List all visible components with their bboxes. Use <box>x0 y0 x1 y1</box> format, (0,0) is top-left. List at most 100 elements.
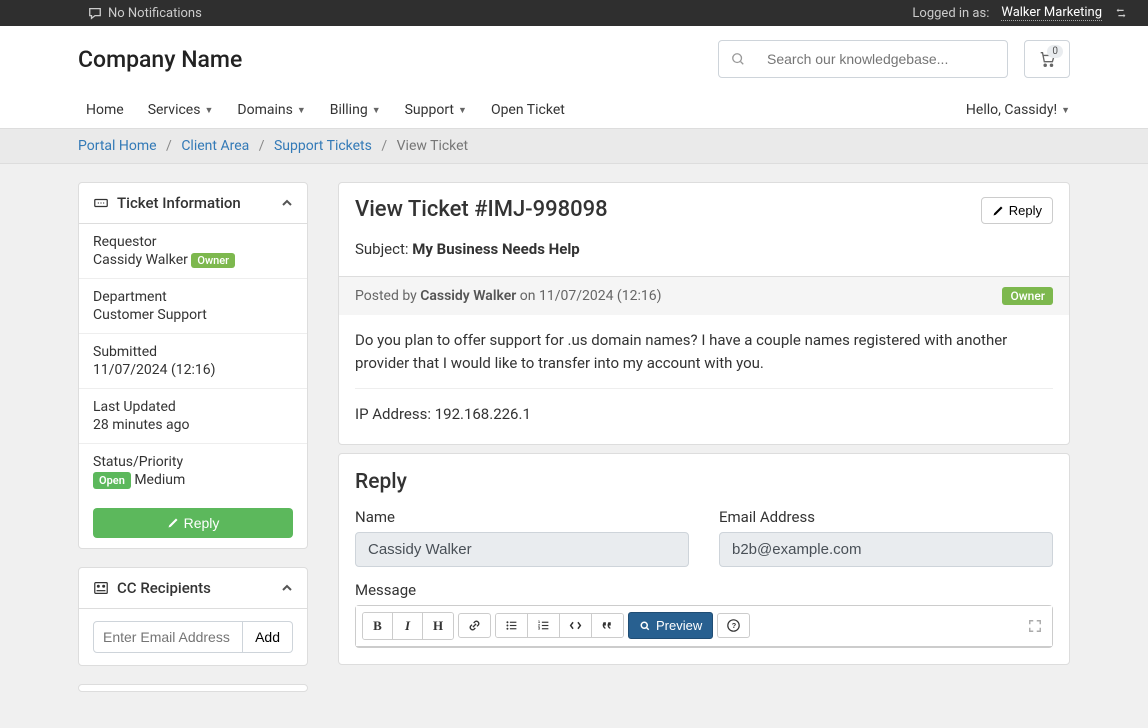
nav-domains-label: Domains <box>237 102 292 118</box>
ticket-info-header[interactable]: Ticket Information <box>79 183 307 224</box>
cc-icon <box>93 580 109 596</box>
post-ip: IP Address: 192.168.226.1 <box>355 403 1053 426</box>
heading-button[interactable]: H <box>423 613 453 639</box>
help-button[interactable]: ? <box>717 613 750 638</box>
ul-button[interactable] <box>496 614 528 637</box>
list-ol-icon: 123 <box>537 619 550 632</box>
cc-email-input[interactable] <box>93 621 243 653</box>
list-ul-icon <box>505 619 518 632</box>
name-input[interactable] <box>355 532 689 567</box>
caret-icon: ▼ <box>204 105 213 116</box>
ol-button[interactable]: 123 <box>528 614 560 637</box>
swap-icon[interactable] <box>1114 6 1128 20</box>
svg-text:?: ? <box>732 621 737 630</box>
notifications-link[interactable]: No Notifications <box>88 6 202 21</box>
help-icon: ? <box>727 619 740 632</box>
caret-icon: ▼ <box>297 105 306 116</box>
user-menu[interactable]: Hello, Cassidy! ▼ <box>966 92 1070 128</box>
notifications-text: No Notifications <box>108 6 202 21</box>
breadcrumb-tickets[interactable]: Support Tickets <box>274 138 372 154</box>
reply-card: Reply Name Email Address Message B I H <box>338 453 1070 665</box>
header: Company Name 0 <box>0 26 1148 92</box>
link-button[interactable] <box>458 613 491 638</box>
subject-value: My Business Needs Help <box>412 240 579 258</box>
preview-label: Preview <box>656 618 702 633</box>
ticket-info-panel: Ticket Information Requestor Cassidy Wal… <box>78 182 308 549</box>
nav-open-ticket[interactable]: Open Ticket <box>483 92 573 128</box>
quote-icon <box>601 619 614 632</box>
sidebar-reply-button[interactable]: Reply <box>93 508 293 538</box>
cart-button[interactable]: 0 <box>1024 40 1070 78</box>
preview-button[interactable]: Preview <box>628 612 713 639</box>
owner-badge: Owner <box>191 253 235 268</box>
email-input[interactable] <box>719 532 1053 567</box>
cc-title: CC Recipients <box>117 579 211 597</box>
nav-domains[interactable]: Domains ▼ <box>229 92 313 128</box>
ip-value: 192.168.226.1 <box>435 405 531 423</box>
caret-icon: ▼ <box>1061 105 1070 116</box>
post-prefix: Posted by <box>355 288 420 304</box>
search-icon <box>639 620 651 632</box>
caret-icon: ▼ <box>458 105 467 116</box>
name-label: Name <box>355 508 689 526</box>
logged-in-label: Logged in as: <box>912 6 989 21</box>
breadcrumb-current: View Ticket <box>397 138 469 154</box>
nav-home-label: Home <box>86 102 124 118</box>
nav-billing[interactable]: Billing ▼ <box>322 92 389 128</box>
requestor-value: Cassidy Walker <box>93 252 188 268</box>
reply-button-top[interactable]: Reply <box>981 197 1053 224</box>
italic-button[interactable]: I <box>393 613 423 639</box>
ticket-card: View Ticket #IMJ-998098 Reply Subject: M… <box>338 182 1070 445</box>
brand[interactable]: Company Name <box>78 46 242 73</box>
message-label: Message <box>355 581 1053 599</box>
info-requestor: Requestor Cassidy Walker Owner <box>79 224 307 279</box>
breadcrumb: Portal Home / Client Area / Support Tick… <box>0 129 1148 164</box>
nav-support-label: Support <box>405 102 454 118</box>
breadcrumb-sep: / <box>375 138 393 154</box>
cc-header[interactable]: CC Recipients <box>79 568 307 609</box>
breadcrumb-sep: / <box>160 138 178 154</box>
post-body-text: Do you plan to offer support for .us dom… <box>355 329 1053 374</box>
greeting-text: Hello, Cassidy! <box>966 102 1057 118</box>
ticket-title: View Ticket #IMJ-998098 <box>355 197 608 222</box>
logged-in-user[interactable]: Walker Marketing <box>1001 5 1102 21</box>
search-input[interactable] <box>757 51 1007 67</box>
editor: B I H 123 <box>355 605 1053 648</box>
department-value: Customer Support <box>93 307 293 323</box>
chevron-up-icon <box>281 582 293 594</box>
cart-badge: 0 <box>1047 45 1063 58</box>
post-owner-badge: Owner <box>1002 287 1053 305</box>
nav-billing-label: Billing <box>330 102 368 118</box>
submitted-label: Submitted <box>93 344 293 360</box>
nav-services[interactable]: Services▼ <box>140 92 222 128</box>
priority-value: Medium <box>134 472 185 488</box>
requestor-label: Requestor <box>93 234 293 250</box>
ticket-info-title: Ticket Information <box>117 194 241 212</box>
info-updated: Last Updated 28 minutes ago <box>79 389 307 444</box>
info-status: Status/Priority Open Medium <box>79 444 307 498</box>
bold-button[interactable]: B <box>363 613 393 639</box>
divider <box>355 388 1053 389</box>
quote-button[interactable] <box>592 614 623 637</box>
breadcrumb-client[interactable]: Client Area <box>181 138 249 154</box>
reply-title: Reply <box>355 470 1053 494</box>
subject-label: Subject: <box>355 240 412 258</box>
ip-label: IP Address: <box>355 405 435 423</box>
topbar: No Notifications Logged in as: Walker Ma… <box>0 0 1148 26</box>
code-button[interactable] <box>560 614 592 637</box>
cc-panel: CC Recipients Add <box>78 567 308 666</box>
cc-add-button[interactable]: Add <box>243 621 293 653</box>
nav-home[interactable]: Home <box>78 92 132 128</box>
post-suffix: on 11/07/2024 (12:16) <box>516 288 661 304</box>
updated-label: Last Updated <box>93 399 293 415</box>
search-icon <box>719 52 757 66</box>
nav-support[interactable]: Support ▼ <box>397 92 475 128</box>
chevron-up-icon <box>281 197 293 209</box>
search-wrap <box>718 40 1008 78</box>
reply-button-top-label: Reply <box>1009 203 1042 218</box>
breadcrumb-portal[interactable]: Portal Home <box>78 138 157 154</box>
caret-icon: ▼ <box>372 105 381 116</box>
nav-open-ticket-label: Open Ticket <box>491 102 565 118</box>
expand-button[interactable] <box>1024 615 1046 637</box>
ticket-icon <box>93 195 109 211</box>
